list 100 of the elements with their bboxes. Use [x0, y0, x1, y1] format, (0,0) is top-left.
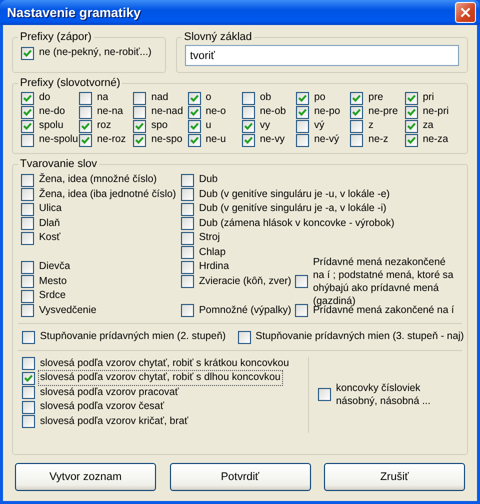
group-title: Prefixy (zápor) — [19, 31, 93, 43]
checkbox[interactable] — [296, 106, 310, 118]
checkbox[interactable] — [296, 134, 310, 146]
checkbox[interactable] — [295, 304, 308, 318]
checkbox[interactable] — [22, 386, 35, 400]
dialog-button[interactable]: Potvrdiť — [170, 463, 310, 491]
checkbox-label: z — [367, 119, 375, 133]
checkbox-label: pri — [422, 91, 436, 105]
checkbox[interactable] — [21, 174, 34, 187]
checkbox-label: Srdce — [38, 289, 67, 304]
checkbox[interactable] — [181, 246, 194, 260]
checkbox[interactable] — [21, 106, 34, 118]
checkbox-label: ne-nad — [150, 105, 184, 119]
checkbox[interactable] — [181, 202, 194, 216]
checkbox[interactable] — [21, 120, 34, 132]
checkbox[interactable] — [21, 134, 34, 146]
checkbox[interactable] — [181, 232, 194, 245]
checkbox[interactable] — [21, 290, 34, 303]
checkbox[interactable] — [188, 134, 201, 146]
checkbox-label: Vysvedčenie — [38, 304, 98, 318]
word-field[interactable]: tvoriť — [185, 45, 459, 66]
checkbox-label: slovesá podľa vzorov česať — [39, 400, 166, 414]
checkbox-label: ne-do — [38, 105, 66, 119]
checkbox[interactable] — [181, 304, 194, 318]
checkbox[interactable] — [21, 275, 34, 288]
checkbox-label: Žena, idea (množné číslo) — [38, 172, 158, 188]
checkbox[interactable] — [21, 217, 34, 230]
checkbox[interactable] — [21, 232, 34, 245]
checkbox[interactable] — [350, 120, 364, 132]
checkbox[interactable] — [242, 92, 255, 104]
checkbox-label: u — [204, 119, 212, 133]
checkbox[interactable] — [404, 134, 418, 146]
checkbox[interactable] — [350, 92, 364, 104]
checkbox-label: Kosť — [38, 231, 62, 246]
checkbox-label: spolu — [38, 119, 64, 133]
checkbox-label: ne-spo — [150, 133, 184, 147]
checkbox[interactable] — [181, 188, 194, 202]
checkbox-label: ne-spolu — [38, 133, 80, 147]
checkbox[interactable] — [21, 304, 34, 318]
checkbox[interactable] — [79, 134, 92, 146]
checkbox[interactable] — [21, 260, 34, 274]
checkbox[interactable] — [21, 188, 34, 202]
checkbox-label: Dub (zámena hlások v koncovke - výrobok) — [198, 216, 396, 231]
checkbox[interactable] — [22, 415, 35, 428]
checkbox[interactable] — [350, 106, 364, 118]
checkbox[interactable] — [296, 92, 310, 104]
checkbox-label: Chlap — [198, 246, 227, 260]
checkbox-label: ne-ob — [258, 105, 287, 119]
checkbox[interactable] — [350, 134, 364, 146]
checkbox[interactable] — [181, 260, 194, 274]
checkbox[interactable] — [133, 106, 146, 118]
checkbox-label: nad — [150, 91, 170, 105]
checkbox[interactable] — [318, 388, 331, 402]
checkbox[interactable] — [22, 357, 35, 370]
checkbox[interactable] — [242, 120, 255, 132]
checkbox-label: koncovky čísloviek násobný, násobná ... — [335, 382, 432, 409]
checkbox-label: Mesto — [38, 274, 68, 289]
close-icon[interactable] — [455, 2, 476, 23]
checkbox[interactable] — [21, 202, 34, 216]
checkbox[interactable] — [242, 134, 255, 146]
checkbox-label: Dub (v genitíve singuláru je -u, v lokále -e) — [198, 188, 391, 202]
checkbox[interactable] — [21, 92, 34, 104]
checkbox[interactable] — [22, 372, 35, 385]
checkbox-label: ne-na — [96, 105, 124, 119]
checkbox[interactable] — [79, 92, 92, 104]
checkbox[interactable] — [22, 330, 35, 344]
checkbox[interactable] — [404, 92, 418, 104]
checkbox[interactable] — [133, 120, 146, 132]
checkbox-label: slovesá podľa vzorov pracovať — [39, 386, 180, 400]
checkbox[interactable] — [296, 120, 310, 132]
checkbox-label: ne-pri — [422, 105, 450, 119]
checkbox[interactable] — [188, 106, 201, 118]
checkbox[interactable] — [181, 174, 194, 187]
checkbox[interactable] — [238, 330, 251, 344]
checkbox-label: ne-o — [204, 105, 227, 119]
group-title: Prefixy (slovotvorné) — [19, 77, 122, 89]
checkbox[interactable] — [295, 275, 308, 288]
checkbox-label: na — [96, 91, 110, 105]
group-title: Tvarovanie slov — [19, 158, 98, 170]
checkbox[interactable] — [133, 92, 146, 104]
checkbox-label: po — [313, 91, 326, 105]
checkbox[interactable] — [242, 106, 255, 118]
checkbox[interactable] — [188, 120, 201, 132]
dialog-button[interactable]: Vytvor zoznam — [15, 463, 156, 491]
checkbox-label: ne-za — [422, 133, 450, 147]
checkbox[interactable] — [79, 106, 92, 118]
checkbox[interactable] — [22, 400, 35, 414]
checkbox-label: ne-vy — [258, 133, 286, 147]
checkbox[interactable] — [181, 275, 194, 288]
checkbox[interactable] — [404, 120, 418, 132]
checkbox[interactable] — [133, 134, 146, 146]
group-title: Slovný základ — [183, 31, 253, 43]
dialog-button[interactable]: Zrušiť — [324, 463, 465, 491]
checkbox[interactable] — [79, 120, 92, 132]
checkbox[interactable] — [188, 92, 201, 104]
checkbox[interactable] — [21, 46, 34, 60]
checkbox[interactable] — [181, 217, 194, 230]
checkbox[interactable] — [404, 106, 418, 118]
window-title: Nastavenie gramatiky — [7, 5, 141, 20]
checkbox-label: Prídavné mená zakončené na í — [312, 304, 456, 318]
